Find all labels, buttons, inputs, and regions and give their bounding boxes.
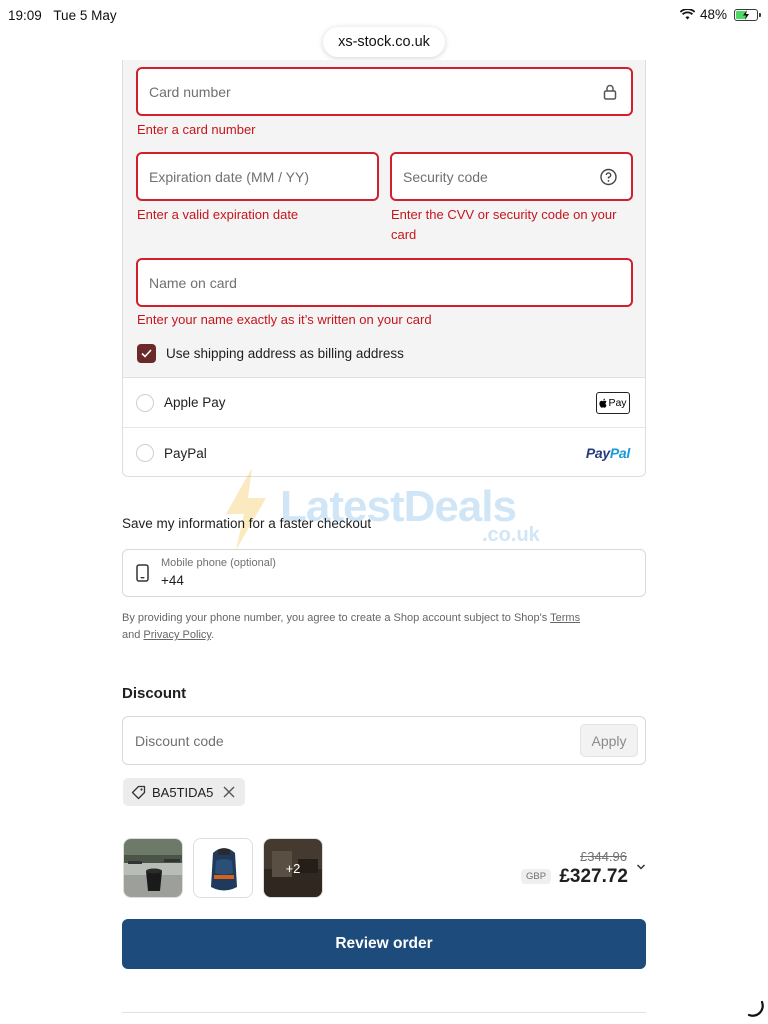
- mobile-phone-icon: [136, 564, 149, 582]
- security-code-placeholder: Security code: [403, 168, 488, 185]
- consent-text-and: and: [122, 629, 144, 641]
- expiry-placeholder: Expiration date (MM / YY): [149, 168, 310, 185]
- apple-pay-label: Apple Pay: [164, 395, 226, 410]
- payment-method-box: Card number Enter a card number Expirati…: [122, 60, 646, 477]
- status-time: 19:09: [8, 8, 42, 23]
- mobile-phone-field[interactable]: Mobile phone (optional) +44: [122, 549, 646, 597]
- total-price: £327.72: [559, 866, 628, 887]
- remove-discount-icon[interactable]: [223, 786, 235, 798]
- card-form: Card number Enter a card number Expirati…: [123, 60, 645, 378]
- security-code-field[interactable]: Security code: [390, 152, 633, 201]
- product-thumbnail-2[interactable]: [193, 838, 253, 898]
- apple-pay-logo: Pay: [596, 391, 630, 414]
- checkmark-icon: [141, 349, 152, 358]
- card-number-error: Enter a card number: [137, 122, 256, 137]
- payment-option-apple-pay[interactable]: Apple Pay Pay: [123, 378, 645, 428]
- watermark: LatestDeals .co.uk: [222, 468, 540, 555]
- billing-address-checkbox[interactable]: [137, 344, 156, 363]
- battery-percent: 48%: [699, 7, 727, 22]
- billing-address-label: Use shipping address as billing address: [166, 346, 404, 361]
- applied-discount-tag: BA5TIDA5: [123, 778, 246, 806]
- product-thumbnail-3[interactable]: +2: [263, 838, 323, 898]
- help-icon[interactable]: [600, 168, 617, 185]
- discount-code-field: Apply: [122, 716, 646, 765]
- paypal-label: PayPal: [164, 445, 207, 461]
- payment-option-paypal[interactable]: PayPal PayPal: [123, 428, 645, 476]
- paypal-logo-part1: Pay: [585, 445, 610, 461]
- save-info-title: Save my information for a faster checkou…: [122, 516, 372, 531]
- url-bar[interactable]: xs-stock.co.uk: [323, 27, 445, 57]
- consent-text-end: .: [211, 629, 215, 641]
- card-number-placeholder: Card number: [149, 83, 231, 100]
- name-on-card-placeholder: Name on card: [149, 274, 237, 291]
- battery-icon: [734, 8, 761, 21]
- mobile-phone-value: +44: [161, 573, 184, 588]
- terms-link[interactable]: Terms: [550, 612, 580, 624]
- apply-discount-button[interactable]: Apply: [580, 724, 638, 757]
- tag-icon: [131, 785, 146, 799]
- name-on-card-field[interactable]: Name on card: [136, 258, 633, 307]
- privacy-policy-link[interactable]: Privacy Policy: [143, 629, 211, 641]
- paypal-logo-part2: Pal: [609, 445, 630, 461]
- applied-discount-code: BA5TIDA5: [152, 784, 214, 800]
- divider: [122, 1012, 646, 1013]
- chevron-down-icon[interactable]: [636, 863, 646, 871]
- paypal-radio[interactable]: [136, 444, 154, 462]
- mobile-phone-label: Mobile phone (optional): [161, 557, 276, 569]
- card-number-field[interactable]: Card number: [136, 67, 633, 116]
- consent-text: By providing your phone number, you agre…: [122, 610, 642, 644]
- expiry-field[interactable]: Expiration date (MM / YY): [136, 152, 379, 201]
- watermark-sub: .co.uk: [482, 524, 540, 546]
- original-price: £344.96: [580, 849, 627, 864]
- discount-code-input[interactable]: [123, 717, 563, 764]
- consent-text-body: By providing your phone number, you agre…: [122, 612, 551, 624]
- status-date: Tue 5 May: [53, 8, 117, 23]
- expiry-error: Enter a valid expiration date: [137, 207, 299, 222]
- product-thumbnail-1[interactable]: [123, 838, 183, 898]
- security-code-error-line1: Enter the CVV or security code on your: [391, 207, 617, 222]
- status-bar: 19:09 Tue 5 May 48%: [0, 0, 768, 30]
- paypal-logo: PayPal: [586, 445, 630, 461]
- name-on-card-error: Enter your name exactly as it’s written …: [137, 312, 432, 327]
- billing-address-checkbox-row[interactable]: Use shipping address as billing address: [137, 344, 404, 363]
- review-order-button[interactable]: Review order: [122, 919, 646, 969]
- loading-spinner-icon: [747, 1000, 764, 1017]
- lightning-icon: [226, 468, 266, 550]
- wifi-icon: [679, 9, 695, 20]
- more-items-count: +2: [264, 839, 322, 897]
- currency-badge: GBP: [521, 869, 552, 884]
- apple-pay-radio[interactable]: [136, 393, 154, 412]
- apple-icon: [599, 398, 607, 408]
- discount-heading: Discount: [122, 685, 187, 702]
- security-code-error-line2: card: [391, 227, 417, 242]
- lock-icon: [603, 84, 617, 100]
- apple-pay-badge-text: Pay: [608, 396, 627, 409]
